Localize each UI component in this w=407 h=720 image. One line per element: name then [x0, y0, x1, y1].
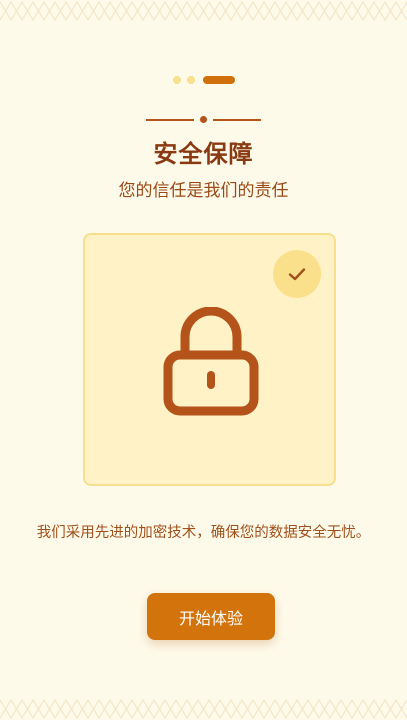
page-subtitle: 您的信任是我们的责任: [118, 181, 289, 201]
ornament-line-left: [146, 118, 194, 121]
pager-dot-3-active[interactable]: [202, 76, 235, 84]
check-icon: [288, 268, 306, 281]
pager-dot-1[interactable]: [172, 76, 181, 84]
start-experience-button[interactable]: 开始体验: [147, 593, 275, 640]
top-zigzag-border: [0, 0, 407, 22]
check-badge: [273, 250, 321, 298]
bottom-zigzag-border: [0, 698, 407, 720]
lock-icon: [163, 307, 259, 416]
pager-dot-2[interactable]: [186, 76, 195, 84]
onboarding-pager: [0, 76, 407, 84]
ornament-dot: [200, 116, 207, 123]
page-title: 安全保障: [153, 140, 254, 168]
illustration-card: [83, 233, 336, 486]
description-text: 我们采用先进的加密技术，确保您的数据安全无忧。: [36, 525, 371, 541]
title-ornament: [0, 116, 407, 123]
ornament-line-right: [213, 118, 261, 121]
